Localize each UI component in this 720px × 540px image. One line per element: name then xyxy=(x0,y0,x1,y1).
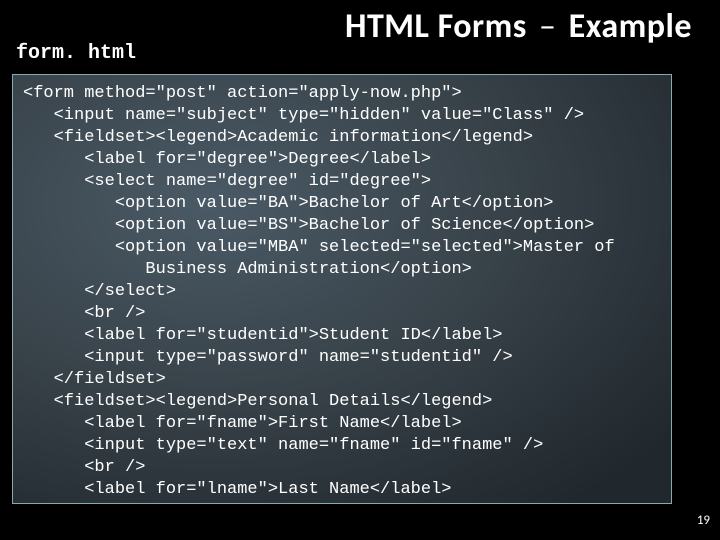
slide: HTML Forms – Example form. html <form me… xyxy=(0,0,720,540)
slide-title: HTML Forms – Example xyxy=(345,6,692,47)
title-left: HTML Forms xyxy=(345,6,527,47)
filename-label: form. html xyxy=(16,42,136,65)
title-separator: – xyxy=(535,6,560,47)
code-box: <form method="post" action="apply-now.ph… xyxy=(12,74,672,504)
page-number: 19 xyxy=(697,513,710,528)
code-listing: <form method="post" action="apply-now.ph… xyxy=(23,83,661,504)
title-right: Example xyxy=(569,6,692,47)
